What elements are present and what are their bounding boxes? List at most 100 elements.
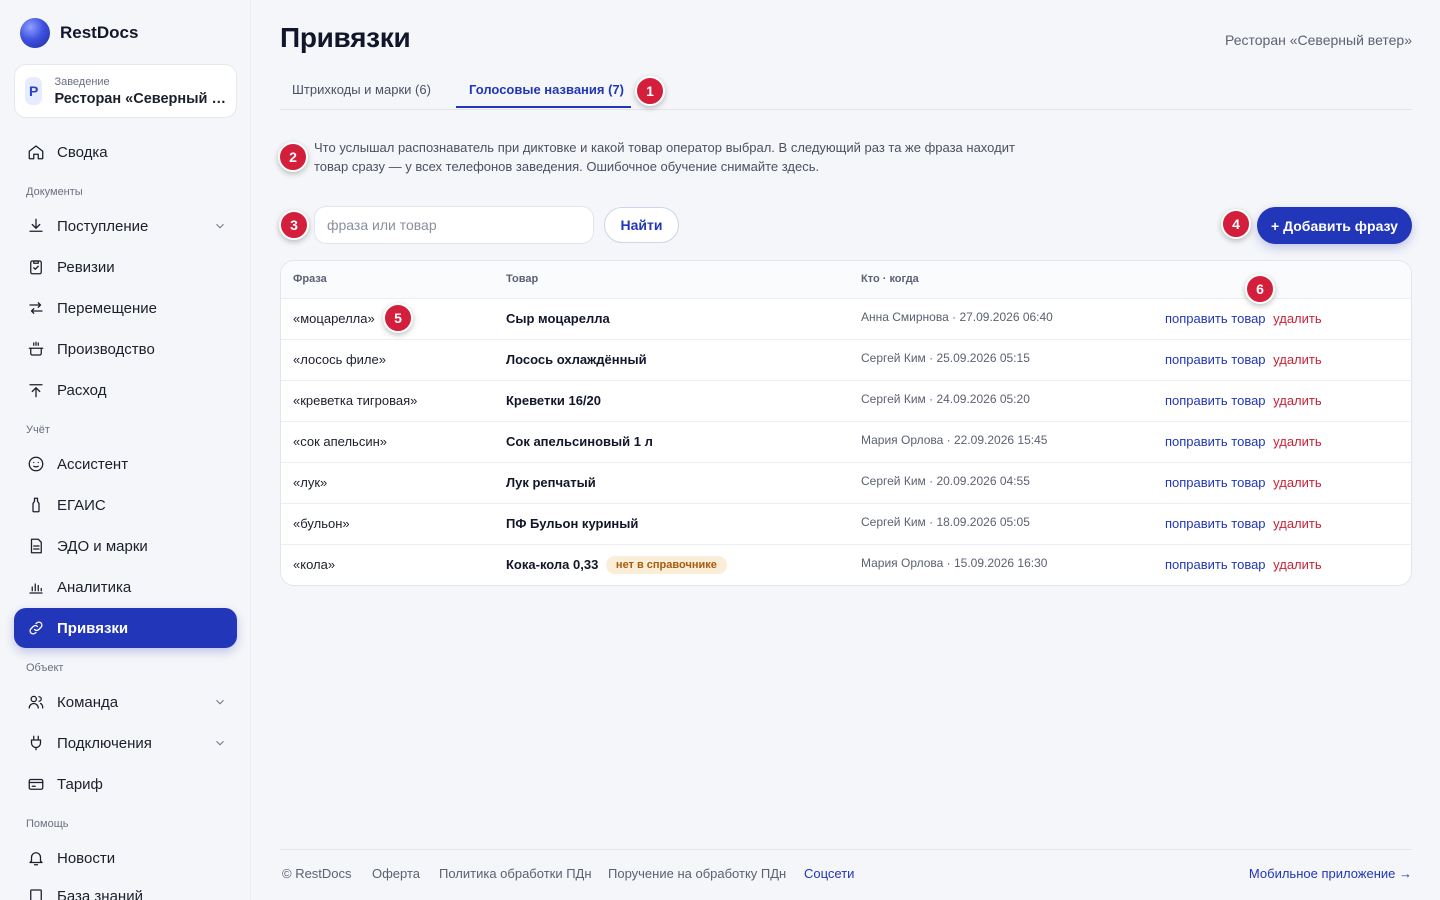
sidebar-item-label: Тариф (57, 775, 103, 793)
phrase-cell: «кола» (293, 557, 336, 572)
table-row: «лосось филе» Лосось охлаждённый Сергей … (281, 340, 1411, 381)
sidebar-item-label: Команда (57, 693, 119, 711)
main-content: Привязки Ресторан «Северный ветер» Штрих… (252, 0, 1440, 900)
sidebar-item-label: Ревизии (57, 258, 115, 276)
footer-offer-link[interactable]: Оферта (372, 866, 420, 881)
delete-link[interactable]: удалить (1273, 393, 1321, 408)
sidebar-item-label: Перемещение (57, 299, 157, 317)
page-title: Привязки (280, 22, 411, 53)
venue-name: Ресторан «Северный … (54, 90, 226, 107)
link-icon (27, 619, 45, 637)
table-row: «кола» Кока-кола 0,33 нет в справочнике … (281, 545, 1411, 585)
sidebar-item-label: Подключения (57, 734, 152, 752)
search-input[interactable] (314, 206, 594, 244)
row-actions: поправить товар удалить (1165, 434, 1322, 449)
delete-link[interactable]: удалить (1273, 311, 1321, 326)
phrase-cell: «сок апельсин» (293, 434, 388, 449)
who-cell: Анна Смирнова · 27.09.2026 06:40 (861, 310, 1053, 324)
sidebar-item-transfer[interactable]: Перемещение (14, 288, 237, 328)
row-actions: поправить товар удалить (1165, 516, 1322, 531)
sidebar-item-bindings[interactable]: Привязки (14, 608, 237, 648)
footer-social-link[interactable]: Соцсети (804, 866, 854, 881)
pot-icon (27, 340, 45, 358)
chevron-down-icon[interactable] (213, 219, 227, 233)
add-phrase-button[interactable]: + Добавить фразу (1257, 207, 1412, 244)
product-cell: ПФ Бульон куриный (506, 516, 639, 531)
sidebar-item-egais[interactable]: ЕГАИС (14, 485, 237, 525)
sidebar-item-knowledge-base[interactable]: База знаний (14, 876, 237, 900)
fix-product-link[interactable]: поправить товар (1165, 557, 1266, 572)
description-text: Что услышал распознаватель при диктовке … (314, 140, 1015, 174)
fix-product-link[interactable]: поправить товар (1165, 393, 1266, 408)
annotation-marker-6: 6 (1245, 274, 1275, 304)
sidebar-item-label: Новости (57, 849, 116, 867)
fix-product-link[interactable]: поправить товар (1165, 352, 1266, 367)
tab-voice-names[interactable]: Голосовые названия (7) (469, 82, 624, 97)
who-cell: Сергей Ким · 18.09.2026 05:05 (861, 515, 1030, 529)
who-cell: Сергей Ким · 25.09.2026 05:15 (861, 351, 1030, 365)
phrase-cell: «бульон» (293, 516, 350, 531)
product-cell: Сок апельсиновый 1 л (506, 434, 653, 449)
tabs: Штрихкоды и марки (6) Голосовые названия… (280, 74, 1412, 110)
row-actions: поправить товар удалить (1165, 311, 1322, 326)
column-header-phrase: Фраза (293, 273, 327, 285)
transfer-icon (27, 299, 45, 317)
table-row: «креветка тигровая» Креветки 16/20 Серге… (281, 381, 1411, 422)
delete-link[interactable]: удалить (1273, 516, 1321, 531)
tab-barcodes[interactable]: Штрихкоды и марки (6) (292, 82, 431, 97)
delete-link[interactable]: удалить (1273, 475, 1321, 490)
brand-name: RestDocs (60, 23, 139, 42)
footer-assignment-link[interactable]: Поручение на обработку ПДн (608, 866, 786, 881)
assistant-icon (27, 455, 45, 473)
find-button[interactable]: Найти (604, 207, 679, 243)
row-actions: поправить товар удалить (1165, 393, 1322, 408)
sidebar-item-label: Аналитика (57, 578, 132, 596)
book-icon (27, 887, 45, 900)
phrase-cell: «моцарелла» (293, 311, 375, 326)
delete-link[interactable]: удалить (1273, 434, 1321, 449)
tab-active-indicator (456, 106, 631, 108)
delete-link[interactable]: удалить (1273, 557, 1321, 572)
product-cell: Креветки 16/20 (506, 393, 601, 408)
sidebar-item-summary[interactable]: Сводка (14, 132, 237, 172)
delete-link[interactable]: удалить (1273, 352, 1321, 367)
row-actions: поправить товар удалить (1165, 557, 1322, 572)
sidebar-item-tariff[interactable]: Тариф (14, 764, 237, 804)
sidebar-item-production[interactable]: Производство (14, 329, 237, 369)
brand[interactable]: RestDocs (20, 18, 138, 48)
sidebar-item-team[interactable]: Команда (14, 682, 237, 722)
footer-copyright: © RestDocs (282, 866, 352, 881)
sidebar-item-analytics[interactable]: Аналитика (14, 567, 237, 607)
footer-mobile-app-link[interactable]: Мобильное приложение → (1249, 866, 1412, 881)
sidebar-item-label: База знаний (57, 887, 143, 900)
fix-product-link[interactable]: поправить товар (1165, 516, 1266, 531)
product-cell: Сыр моцарелла (506, 311, 610, 326)
who-cell: Мария Орлова · 15.09.2026 16:30 (861, 556, 1048, 570)
sidebar-item-assistant[interactable]: Ассистент (14, 444, 237, 484)
fix-product-link[interactable]: поправить товар (1165, 311, 1266, 326)
fix-product-link[interactable]: поправить товар (1165, 434, 1266, 449)
sidebar-item-label: Расход (57, 381, 107, 399)
sidebar-item-receipt[interactable]: Поступление (14, 206, 237, 246)
annotation-marker-5: 5 (383, 303, 413, 333)
annotation-marker-4: 4 (1221, 209, 1251, 239)
sidebar-item-revisions[interactable]: Ревизии (14, 247, 237, 287)
venue-selector[interactable]: Р Заведение Ресторан «Северный … (14, 64, 237, 118)
column-header-product: Товар (506, 273, 539, 285)
venue-avatar: Р (25, 77, 43, 105)
nav-section-accounting: Учёт (26, 424, 50, 436)
annotation-marker-2: 2 (278, 142, 308, 172)
chevron-down-icon[interactable] (213, 736, 227, 750)
sidebar-item-label: Производство (57, 340, 155, 358)
sidebar-item-expense[interactable]: Расход (14, 370, 237, 410)
fix-product-link[interactable]: поправить товар (1165, 475, 1266, 490)
bottle-icon (27, 496, 45, 514)
column-header-who: Кто · когда (861, 273, 919, 285)
sidebar-item-news[interactable]: Новости (14, 838, 237, 878)
footer-policy-link[interactable]: Политика обработки ПДн (439, 866, 592, 881)
sidebar-item-edo[interactable]: ЭДО и марки (14, 526, 237, 566)
phrase-cell: «лук» (293, 475, 328, 490)
chevron-down-icon[interactable] (213, 695, 227, 709)
upload-icon (27, 381, 45, 399)
sidebar-item-connections[interactable]: Подключения (14, 723, 237, 763)
